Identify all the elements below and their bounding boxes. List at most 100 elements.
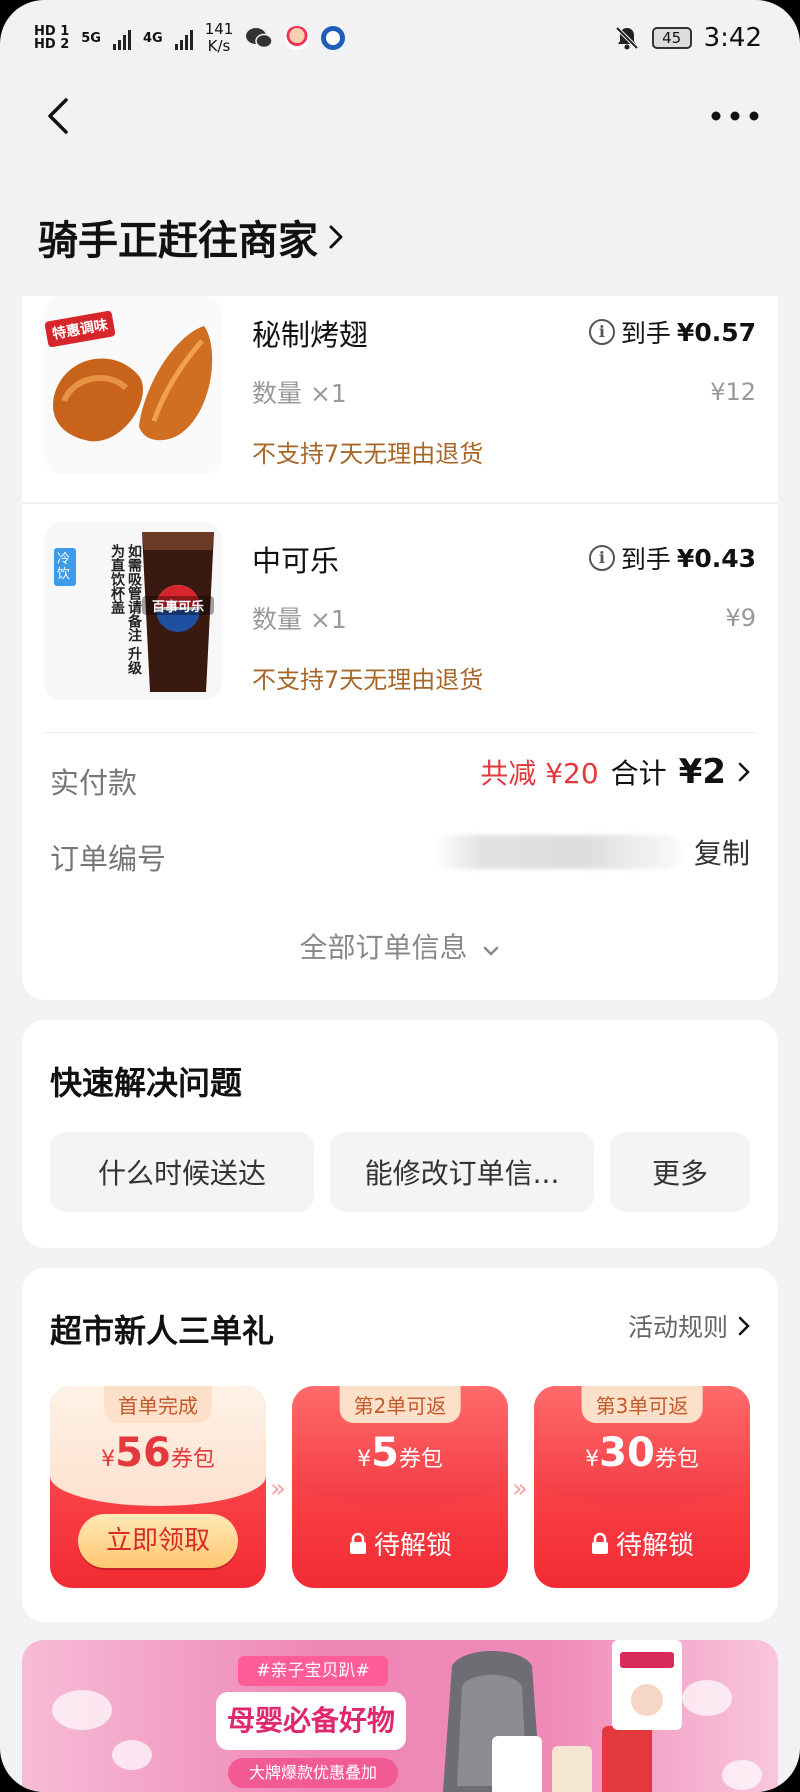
coupon-locked: 待解锁 bbox=[534, 1525, 750, 1562]
double-chevron-icon: » bbox=[512, 1474, 528, 1504]
info-icon: i bbox=[588, 545, 615, 571]
copy-button[interactable]: 复制 bbox=[694, 832, 750, 872]
coupon-value: 30 bbox=[599, 1430, 655, 1476]
claim-now-button[interactable]: 立即领取 bbox=[78, 1514, 238, 1568]
nav-bar bbox=[0, 86, 800, 146]
chip-more[interactable]: 更多 bbox=[610, 1132, 750, 1212]
signal2-icon bbox=[174, 26, 193, 50]
payment-label: 实付款 bbox=[50, 766, 138, 800]
activity-rules-label: 活动规则 bbox=[627, 1313, 728, 1342]
item-return-policy: 不支持7天无理由退货 bbox=[252, 666, 484, 694]
chevron-right-icon bbox=[738, 762, 750, 782]
order-number-row: 复制 bbox=[431, 832, 750, 872]
coupon-first-order[interactable]: 首单完成 ¥56券包 立即领取 bbox=[50, 1386, 266, 1588]
locked-label: 待解锁 bbox=[615, 1531, 694, 1561]
coupon-currency: ¥ bbox=[357, 1447, 372, 1472]
chevron-right-icon bbox=[329, 225, 343, 249]
app-icon bbox=[285, 26, 310, 50]
coupon-value: 5 bbox=[371, 1430, 399, 1476]
order-item[interactable]: 冷饮 如需吸管请备注 升级为直饮杯盖 百事可乐 中可乐 数量 ×1 不支持7天无… bbox=[22, 516, 778, 742]
order-item[interactable]: 特惠调味 秘制烤翅 数量 ×1 不支持7天无理由退货 i 到手 ¥0.57 ¥1… bbox=[22, 290, 778, 516]
discount-amount: 共减 ¥20 bbox=[480, 757, 599, 790]
petal-decoration bbox=[52, 1690, 112, 1730]
network2-label: 4G bbox=[142, 30, 163, 46]
promo-title: 超市新人三单礼 bbox=[50, 1312, 275, 1350]
item-image-wings: 特惠调味 bbox=[44, 296, 222, 474]
activity-rules-link[interactable]: 活动规则 bbox=[628, 1308, 750, 1344]
lock-icon bbox=[591, 1532, 608, 1554]
coupon-third-order[interactable]: 第3单可返 ¥30券包 待解锁 bbox=[534, 1386, 750, 1588]
net-price-label: 到手 bbox=[620, 545, 671, 574]
coupon-currency: ¥ bbox=[585, 1447, 600, 1472]
screen: HD 1 HD 2 5G 4G 141 K/s 45 3:42 骑手正赶往商家 … bbox=[0, 0, 800, 1792]
double-chevron-icon: » bbox=[270, 1474, 286, 1504]
coupon-amount: ¥5券包 bbox=[292, 1430, 508, 1476]
diaper-pack-icon bbox=[612, 1640, 682, 1730]
chevron-right-icon bbox=[738, 1316, 750, 1336]
total-label: 合计 bbox=[610, 757, 667, 790]
hd-labels: HD 1 HD 2 bbox=[34, 25, 69, 51]
bank-icon bbox=[321, 26, 346, 50]
promo-card: 超市新人三单礼 活动规则 首单完成 ¥56券包 立即领取 » 第2单可返 ¥5券… bbox=[22, 1268, 778, 1622]
item-net-price[interactable]: i 到手 ¥0.57 bbox=[588, 314, 756, 350]
item-quantity: 数量 ×1 bbox=[252, 379, 347, 408]
status-left: HD 1 HD 2 5G 4G 141 K/s bbox=[34, 21, 346, 55]
divider bbox=[44, 732, 756, 733]
all-order-info-toggle[interactable]: 全部订单信息 bbox=[22, 926, 778, 966]
lock-icon bbox=[349, 1532, 366, 1554]
chevron-down-icon bbox=[484, 946, 499, 956]
status-bar: HD 1 HD 2 5G 4G 141 K/s 45 3:42 bbox=[0, 0, 800, 76]
item-net-price[interactable]: i 到手 ¥0.43 bbox=[588, 540, 756, 576]
petal-decoration bbox=[112, 1740, 152, 1770]
item-image-text: 如需吸管请备注 升级为直饮杯盖 bbox=[109, 544, 142, 675]
chip-delivery-time[interactable]: 什么时候送达 bbox=[50, 1132, 314, 1212]
coupon-second-order[interactable]: 第2单可返 ¥5券包 待解锁 bbox=[292, 1386, 508, 1588]
page-title-text: 骑手正赶往商家 bbox=[38, 218, 318, 264]
battery-indicator: 45 bbox=[651, 27, 692, 49]
locked-label: 待解锁 bbox=[373, 1531, 452, 1561]
net-speed: 141 K/s bbox=[205, 21, 234, 55]
banner-subtitle: 大牌爆款优惠叠加 bbox=[228, 1758, 398, 1788]
coupon-tag: 第3单可返 bbox=[581, 1386, 703, 1423]
quick-help-title: 快速解决问题 bbox=[50, 1064, 243, 1102]
info-icon: i bbox=[588, 319, 615, 345]
signal1-icon bbox=[112, 26, 131, 50]
petal-decoration bbox=[722, 1760, 762, 1790]
total-value: ¥2 bbox=[678, 752, 726, 792]
wechat-icon bbox=[246, 28, 274, 49]
petal-decoration bbox=[682, 1680, 732, 1716]
net-price-value: ¥0.57 bbox=[676, 317, 756, 347]
net-price-value: ¥0.43 bbox=[676, 543, 756, 573]
coupon-unit: 券包 bbox=[654, 1447, 699, 1472]
mother-baby-banner[interactable]: #亲子宝贝趴# 母婴必备好物 大牌爆款优惠叠加 bbox=[22, 1640, 778, 1792]
coupon-value: 56 bbox=[115, 1430, 171, 1476]
order-number-label: 订单编号 bbox=[50, 842, 167, 876]
item-quantity: 数量 ×1 bbox=[252, 605, 347, 634]
item-badge: 冷饮 bbox=[54, 548, 76, 586]
mute-bell-icon bbox=[615, 26, 639, 50]
order-number-redacted bbox=[431, 835, 682, 869]
status-right: 45 3:42 bbox=[614, 23, 762, 53]
item-price: ¥12 bbox=[710, 378, 756, 406]
all-order-info-label: 全部订单信息 bbox=[299, 931, 468, 964]
net-speed-value: 141 bbox=[204, 20, 234, 38]
item-name: 中可乐 bbox=[252, 544, 340, 578]
payment-summary[interactable]: 共减 ¥20 合计 ¥2 bbox=[480, 752, 750, 792]
more-horizontal-icon[interactable] bbox=[710, 110, 760, 122]
banner-tag: #亲子宝贝趴# bbox=[238, 1656, 388, 1686]
item-price: ¥9 bbox=[725, 604, 756, 632]
page-title[interactable]: 骑手正赶往商家 bbox=[38, 208, 344, 266]
coupon-currency: ¥ bbox=[101, 1447, 116, 1472]
quick-help-card: 快速解决问题 什么时候送达 能修改订单信... 更多 bbox=[22, 1020, 778, 1248]
clock: 3:42 bbox=[703, 23, 762, 53]
hd2-label: HD 2 bbox=[34, 37, 70, 52]
coupon-tag: 首单完成 bbox=[104, 1386, 212, 1423]
coupon-amount: ¥56券包 bbox=[50, 1430, 266, 1476]
coupon-unit: 券包 bbox=[398, 1447, 443, 1472]
chip-modify-order[interactable]: 能修改订单信... bbox=[330, 1132, 594, 1212]
item-name: 秘制烤翅 bbox=[252, 318, 369, 352]
cup-label: 百事可乐 bbox=[142, 596, 214, 615]
chevron-left-icon[interactable] bbox=[46, 96, 70, 136]
coupon-tag: 第2单可返 bbox=[339, 1386, 461, 1423]
item-divider bbox=[22, 502, 778, 504]
